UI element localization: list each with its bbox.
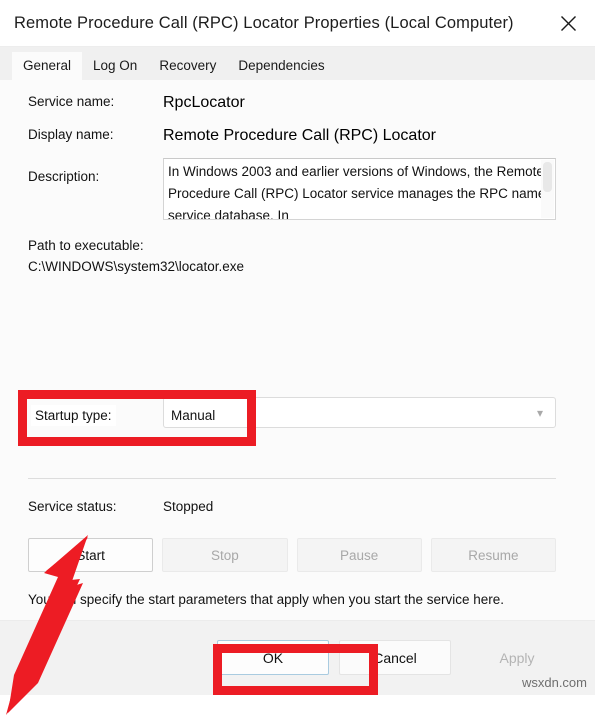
start-parameters-hint: You can specify the start parameters tha…: [28, 592, 505, 607]
display-name-label: Display name:: [28, 127, 114, 142]
display-name-value: Remote Procedure Call (RPC) Locator: [163, 127, 436, 144]
footer-button-group: OK Cancel Apply: [217, 640, 573, 675]
startup-type-value: Manual: [167, 405, 220, 426]
ok-button[interactable]: OK: [217, 640, 329, 675]
start-button[interactable]: Start: [28, 538, 154, 572]
service-name-value: RpcLocator: [163, 94, 245, 111]
description-scrollbar[interactable]: [541, 160, 554, 218]
title-bar: Remote Procedure Call (RPC) Locator Prop…: [0, 0, 595, 47]
watermark: wsxdn.com: [521, 675, 587, 690]
service-status-row: Service status:: [28, 499, 117, 514]
path-to-executable-value: C:\WINDOWS\system32\locator.exe: [28, 259, 245, 274]
service-name-label: Service name:: [28, 94, 115, 109]
tab-bar: General Log On Recovery Dependencies: [0, 47, 595, 80]
tab-log-on[interactable]: Log On: [82, 52, 148, 81]
close-icon[interactable]: [541, 0, 595, 46]
service-status-label: Service status:: [28, 499, 117, 514]
path-to-executable-label: Path to executable:: [28, 238, 144, 253]
startup-type-select[interactable]: ▾: [163, 397, 556, 428]
startup-type-label: Startup type:: [31, 405, 116, 426]
stop-button: Stop: [162, 538, 288, 572]
service-status-value-row: Stopped: [163, 499, 213, 514]
description-row: Description:: [28, 169, 99, 184]
service-properties-dialog: Remote Procedure Call (RPC) Locator Prop…: [0, 0, 595, 715]
window-title: Remote Procedure Call (RPC) Locator Prop…: [14, 13, 514, 32]
description-value: In Windows 2003 and earlier versions of …: [168, 164, 546, 220]
dialog-footer: OK Cancel Apply: [0, 620, 595, 695]
resume-button: Resume: [430, 538, 556, 572]
tab-recovery[interactable]: Recovery: [148, 52, 227, 81]
cancel-button[interactable]: Cancel: [339, 640, 451, 675]
service-status-value: Stopped: [163, 499, 214, 514]
path-label-row: Path to executable:: [28, 238, 144, 253]
service-control-buttons: Start Stop Pause Resume: [28, 538, 556, 572]
description-textbox[interactable]: In Windows 2003 and earlier versions of …: [163, 158, 556, 220]
description-label: Description:: [28, 169, 100, 184]
display-name-row: Display name:: [28, 127, 114, 142]
pause-button: Pause: [296, 538, 422, 572]
scrollbar-thumb[interactable]: [543, 162, 552, 192]
chevron-down-icon: ▾: [536, 406, 543, 420]
path-value-row: C:\WINDOWS\system32\locator.exe: [28, 259, 244, 274]
apply-button: Apply: [461, 640, 573, 675]
tab-dependencies[interactable]: Dependencies: [227, 52, 335, 81]
tab-general[interactable]: General: [12, 51, 83, 80]
general-tab-panel: Service name: RpcLocator Display name: R…: [0, 80, 595, 715]
service-name-row: Service name:: [28, 94, 114, 109]
section-divider: [28, 478, 556, 479]
